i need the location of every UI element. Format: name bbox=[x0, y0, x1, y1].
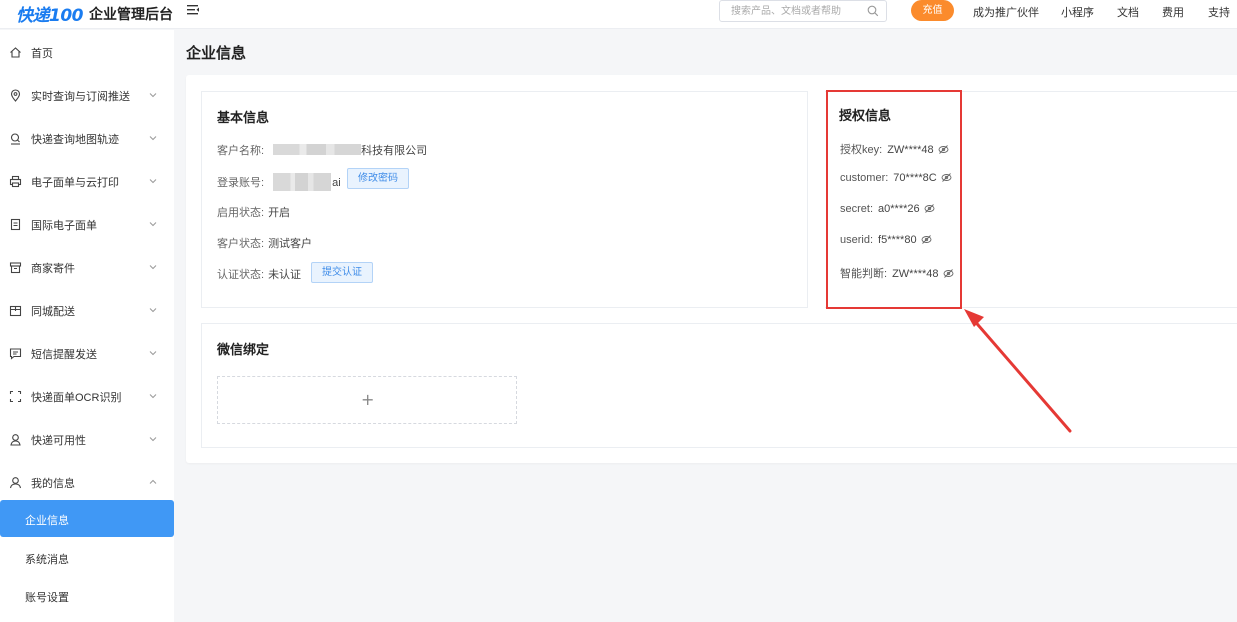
nav-link-support[interactable]: 支持 bbox=[1208, 4, 1230, 20]
menu-toggle-icon[interactable] bbox=[185, 2, 201, 18]
sidebar-item-label: 首页 bbox=[31, 48, 53, 60]
highlight-box bbox=[826, 90, 962, 309]
page-title: 企业信息 bbox=[186, 45, 247, 62]
customer-status-label: 客户状态: bbox=[217, 238, 265, 250]
sidebar-item-intl-waybill[interactable]: 国际电子面单 bbox=[0, 203, 174, 246]
auth-status-value: 未认证 bbox=[268, 269, 302, 281]
sidebar-item-merchant-shipping[interactable]: 商家寄件 bbox=[0, 246, 174, 289]
map-search-icon bbox=[10, 133, 20, 145]
search-box bbox=[719, 0, 887, 22]
chevron-down-icon bbox=[149, 179, 157, 184]
chevron-down-icon bbox=[149, 265, 157, 270]
customer-status-value: 测试客户 bbox=[268, 238, 313, 250]
box-icon bbox=[9, 262, 22, 274]
sidebar-subitem-label: 系统消息 bbox=[25, 554, 69, 566]
nav-link-partner[interactable]: 成为推广伙伴 bbox=[973, 4, 1039, 20]
sidebar-item-label: 短信提醒发送 bbox=[31, 349, 97, 361]
recharge-button[interactable]: 充值 bbox=[911, 0, 954, 21]
chevron-down-icon bbox=[149, 136, 157, 141]
sidebar-subitem-company-info[interactable]: 企业信息 bbox=[0, 500, 174, 537]
sidebar-subitem-label: 企业信息 bbox=[25, 515, 69, 527]
sidebar-item-ocr[interactable]: 快递面单OCR识别 bbox=[0, 375, 174, 418]
sidebar-item-home[interactable]: 首页 bbox=[0, 31, 174, 74]
sidebar-item-label: 我的信息 bbox=[31, 478, 75, 490]
chevron-down-icon bbox=[149, 222, 157, 227]
sidebar-item-label: 国际电子面单 bbox=[31, 220, 97, 232]
customer-name-row: 客户名称: 科技有限公司 bbox=[217, 142, 427, 158]
basic-info-card: 基本信息 客户名称: 科技有限公司 登录账号: ai 修改密码 启用状态: 开启 … bbox=[201, 91, 808, 308]
sidebar-item-label: 电子面单与云打印 bbox=[31, 177, 119, 189]
sidebar-subitem-label: 账号设置 bbox=[25, 592, 69, 604]
auth-status-row: 认证状态: 未认证 bbox=[217, 266, 301, 282]
annotation-arrow-icon bbox=[964, 309, 1072, 433]
chevron-down-icon bbox=[149, 394, 157, 399]
sidebar: 首页 实时查询与订阅推送 快递查询地图轨迹 电子面单与云打印 国际电子面单 商家… bbox=[0, 30, 174, 622]
logo[interactable]: 快递100 bbox=[16, 1, 84, 26]
app-title: 企业管理后台 bbox=[89, 6, 173, 22]
customer-status-row: 客户状态: 测试客户 bbox=[217, 235, 312, 251]
nav-link-fees[interactable]: 费用 bbox=[1162, 4, 1184, 20]
search-input[interactable] bbox=[720, 1, 862, 21]
wechat-bind-add-area[interactable]: + bbox=[217, 376, 517, 424]
chevron-down-icon bbox=[149, 437, 157, 442]
chevron-down-icon bbox=[149, 93, 157, 98]
home-icon bbox=[10, 47, 21, 58]
sidebar-item-my-info[interactable]: 我的信息 bbox=[0, 461, 174, 504]
sidebar-item-label: 快递查询地图轨迹 bbox=[31, 134, 119, 146]
basic-info-title: 基本信息 bbox=[217, 110, 270, 125]
chevron-down-icon bbox=[149, 351, 157, 356]
redacted-block bbox=[273, 173, 332, 191]
chevron-down-icon bbox=[149, 308, 157, 313]
change-password-button[interactable]: 修改密码 bbox=[347, 168, 409, 189]
sidebar-item-map-track[interactable]: 快递查询地图轨迹 bbox=[0, 117, 174, 160]
chevron-up-icon bbox=[149, 479, 157, 484]
nav-link-docs[interactable]: 文档 bbox=[1117, 4, 1139, 20]
sidebar-item-label: 快递可用性 bbox=[31, 435, 86, 447]
submit-auth-button[interactable]: 提交认证 bbox=[311, 262, 373, 283]
user-check-icon bbox=[10, 434, 21, 446]
account-row: 登录账号: ai bbox=[217, 173, 341, 191]
sidebar-item-e-waybill[interactable]: 电子面单与云打印 bbox=[0, 160, 174, 203]
sidebar-item-label: 商家寄件 bbox=[31, 263, 75, 275]
message-icon bbox=[9, 348, 22, 360]
sidebar-item-label: 同城配送 bbox=[31, 306, 75, 318]
enable-status-value: 开启 bbox=[268, 207, 291, 219]
nav-link-miniprogram[interactable]: 小程序 bbox=[1061, 4, 1094, 20]
account-label: 登录账号: bbox=[217, 177, 265, 189]
wechat-bind-title: 微信绑定 bbox=[217, 342, 270, 357]
sidebar-subitem-account-settings[interactable]: 账号设置 bbox=[0, 577, 174, 614]
sidebar-item-realtime-query[interactable]: 实时查询与订阅推送 bbox=[0, 74, 174, 117]
sidebar-item-label: 实时查询与订阅推送 bbox=[31, 91, 130, 103]
account-value: ai bbox=[332, 177, 341, 189]
sidebar-item-availability[interactable]: 快递可用性 bbox=[0, 418, 174, 461]
sidebar-subitem-system-messages[interactable]: 系统消息 bbox=[0, 539, 174, 576]
scan-icon bbox=[9, 390, 22, 403]
search-icon[interactable] bbox=[867, 5, 879, 17]
auth-status-label: 认证状态: bbox=[217, 269, 265, 281]
location-pin-icon bbox=[10, 89, 21, 102]
sidebar-item-same-city[interactable]: 同城配送 bbox=[0, 289, 174, 332]
top-header: 快递100 企业管理后台 充值 成为推广伙伴 小程序 文档 费用 支持 bbox=[0, 0, 1237, 29]
package-icon bbox=[9, 305, 22, 317]
redacted-block bbox=[273, 144, 362, 155]
sidebar-item-label: 快递面单OCR识别 bbox=[31, 392, 122, 404]
customer-name-label: 客户名称: bbox=[217, 145, 265, 157]
printer-icon bbox=[9, 175, 22, 188]
sidebar-item-sms[interactable]: 短信提醒发送 bbox=[0, 332, 174, 375]
document-icon bbox=[10, 218, 21, 231]
customer-name-value: 科技有限公司 bbox=[361, 145, 428, 157]
enable-status-label: 启用状态: bbox=[217, 207, 265, 219]
user-icon bbox=[9, 477, 22, 489]
enable-status-row: 启用状态: 开启 bbox=[217, 204, 290, 220]
plus-icon: + bbox=[361, 390, 375, 409]
